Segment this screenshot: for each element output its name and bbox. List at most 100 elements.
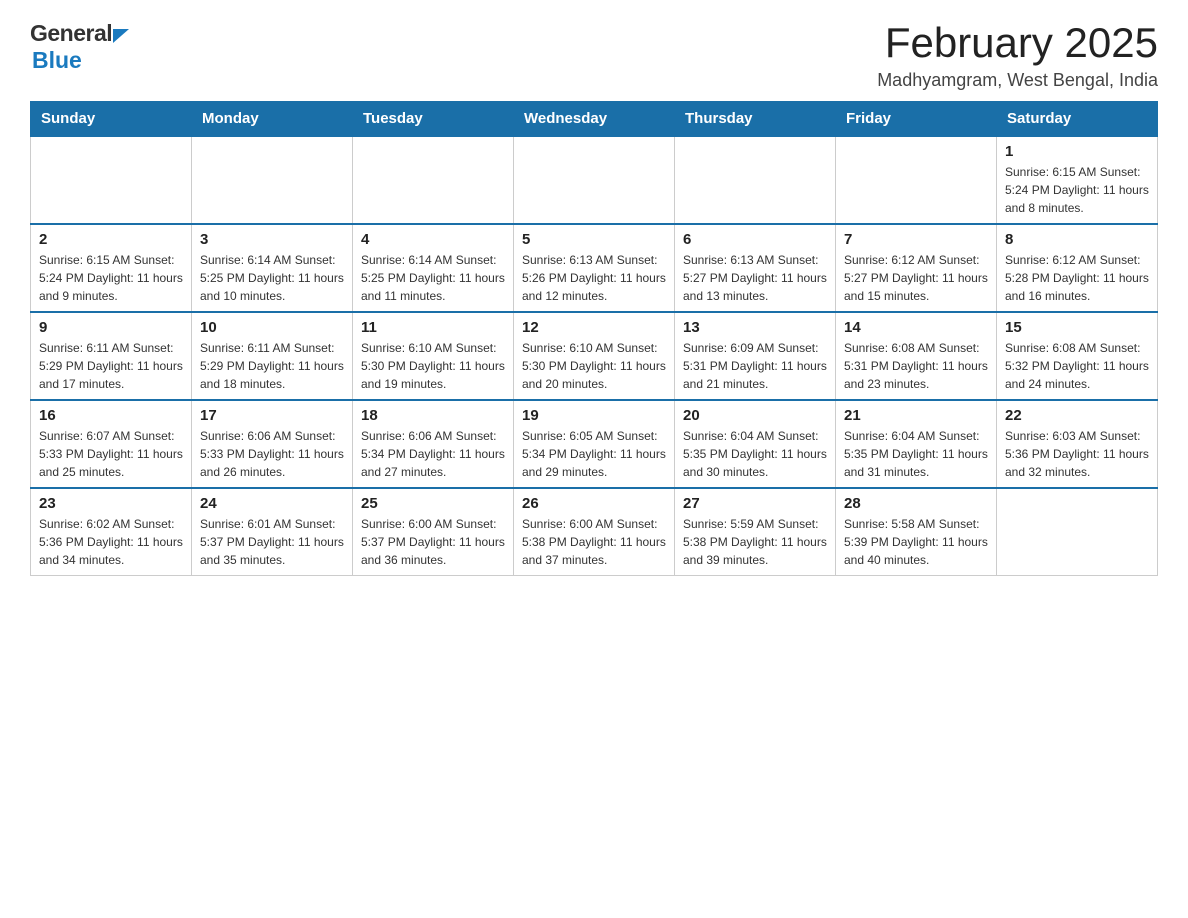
calendar-cell: 10 Sunrise: 6:11 AM Sunset: 5:29 PM Dayli… [192, 312, 353, 400]
day-header-monday: Monday [192, 102, 353, 137]
calendar-table: SundayMondayTuesdayWednesdayThursdayFrid… [30, 101, 1158, 576]
day-number: 23 [39, 495, 183, 512]
location-text: Madhyamgram, West Bengal, India [877, 70, 1158, 91]
day-header-friday: Friday [836, 102, 997, 137]
logo-general-text: General [30, 20, 112, 47]
day-info: Sunrise: 6:15 AM Sunset: 5:24 PM Dayligh… [39, 251, 183, 305]
calendar-cell: 19 Sunrise: 6:05 AM Sunset: 5:34 PM Dayli… [514, 400, 675, 488]
calendar-header-row: SundayMondayTuesdayWednesdayThursdayFrid… [31, 102, 1158, 137]
day-number: 15 [1005, 319, 1149, 336]
day-header-wednesday: Wednesday [514, 102, 675, 137]
day-info: Sunrise: 6:10 AM Sunset: 5:30 PM Dayligh… [361, 339, 505, 393]
day-number: 14 [844, 319, 988, 336]
calendar-cell [836, 136, 997, 224]
day-info: Sunrise: 6:12 AM Sunset: 5:27 PM Dayligh… [844, 251, 988, 305]
calendar-cell: 27 Sunrise: 5:59 AM Sunset: 5:38 PM Dayli… [675, 488, 836, 576]
day-number: 27 [683, 495, 827, 512]
calendar-week-1: 1Sunrise: 6:15 AM Sunset: 5:24 PM Daylig… [31, 136, 1158, 224]
calendar-cell [514, 136, 675, 224]
day-info: Sunrise: 6:00 AM Sunset: 5:38 PM Dayligh… [522, 515, 666, 569]
calendar-cell: 28Sunrise: 5:58 AM Sunset: 5:39 PM Dayli… [836, 488, 997, 576]
day-info: Sunrise: 6:10 AM Sunset: 5:30 PM Dayligh… [522, 339, 666, 393]
calendar-cell: 26 Sunrise: 6:00 AM Sunset: 5:38 PM Dayli… [514, 488, 675, 576]
calendar-cell: 11 Sunrise: 6:10 AM Sunset: 5:30 PM Dayli… [353, 312, 514, 400]
calendar-week-4: 16 Sunrise: 6:07 AM Sunset: 5:33 PM Dayli… [31, 400, 1158, 488]
day-info: Sunrise: 6:06 AM Sunset: 5:33 PM Dayligh… [200, 427, 344, 481]
calendar-week-2: 2 Sunrise: 6:15 AM Sunset: 5:24 PM Daylig… [31, 224, 1158, 312]
day-number: 9 [39, 319, 183, 336]
calendar-cell: 13 Sunrise: 6:09 AM Sunset: 5:31 PM Dayli… [675, 312, 836, 400]
logo-arrow-icon [113, 29, 129, 43]
day-number: 17 [200, 407, 344, 424]
day-info: Sunrise: 6:13 AM Sunset: 5:26 PM Dayligh… [522, 251, 666, 305]
calendar-cell [353, 136, 514, 224]
month-title: February 2025 [877, 20, 1158, 66]
day-number: 8 [1005, 231, 1149, 248]
calendar-cell: 4Sunrise: 6:14 AM Sunset: 5:25 PM Daylig… [353, 224, 514, 312]
day-info: Sunrise: 6:11 AM Sunset: 5:29 PM Dayligh… [200, 339, 344, 393]
calendar-cell: 24Sunrise: 6:01 AM Sunset: 5:37 PM Dayli… [192, 488, 353, 576]
calendar-cell: 3 Sunrise: 6:14 AM Sunset: 5:25 PM Daylig… [192, 224, 353, 312]
day-info: Sunrise: 6:09 AM Sunset: 5:31 PM Dayligh… [683, 339, 827, 393]
day-info: Sunrise: 6:06 AM Sunset: 5:34 PM Dayligh… [361, 427, 505, 481]
day-number: 12 [522, 319, 666, 336]
day-header-saturday: Saturday [997, 102, 1158, 137]
calendar-cell: 9 Sunrise: 6:11 AM Sunset: 5:29 PM Daylig… [31, 312, 192, 400]
day-number: 18 [361, 407, 505, 424]
calendar-cell: 15 Sunrise: 6:08 AM Sunset: 5:32 PM Dayli… [997, 312, 1158, 400]
calendar-cell [31, 136, 192, 224]
day-info: Sunrise: 6:00 AM Sunset: 5:37 PM Dayligh… [361, 515, 505, 569]
calendar-cell: 22Sunrise: 6:03 AM Sunset: 5:36 PM Dayli… [997, 400, 1158, 488]
day-header-sunday: Sunday [31, 102, 192, 137]
calendar-cell: 1Sunrise: 6:15 AM Sunset: 5:24 PM Daylig… [997, 136, 1158, 224]
day-info: Sunrise: 6:01 AM Sunset: 5:37 PM Dayligh… [200, 515, 344, 569]
day-info: Sunrise: 6:13 AM Sunset: 5:27 PM Dayligh… [683, 251, 827, 305]
day-number: 22 [1005, 407, 1149, 424]
calendar-cell: 17 Sunrise: 6:06 AM Sunset: 5:33 PM Dayli… [192, 400, 353, 488]
day-number: 6 [683, 231, 827, 248]
day-number: 16 [39, 407, 183, 424]
calendar-cell: 8 Sunrise: 6:12 AM Sunset: 5:28 PM Daylig… [997, 224, 1158, 312]
day-info: Sunrise: 6:08 AM Sunset: 5:32 PM Dayligh… [1005, 339, 1149, 393]
day-number: 13 [683, 319, 827, 336]
day-number: 11 [361, 319, 505, 336]
day-info: Sunrise: 6:12 AM Sunset: 5:28 PM Dayligh… [1005, 251, 1149, 305]
day-number: 7 [844, 231, 988, 248]
day-number: 2 [39, 231, 183, 248]
calendar-week-3: 9 Sunrise: 6:11 AM Sunset: 5:29 PM Daylig… [31, 312, 1158, 400]
day-number: 3 [200, 231, 344, 248]
day-number: 4 [361, 231, 505, 248]
day-header-tuesday: Tuesday [353, 102, 514, 137]
calendar-cell: 2 Sunrise: 6:15 AM Sunset: 5:24 PM Daylig… [31, 224, 192, 312]
day-header-thursday: Thursday [675, 102, 836, 137]
day-info: Sunrise: 6:07 AM Sunset: 5:33 PM Dayligh… [39, 427, 183, 481]
day-info: Sunrise: 6:04 AM Sunset: 5:35 PM Dayligh… [844, 427, 988, 481]
day-info: Sunrise: 6:14 AM Sunset: 5:25 PM Dayligh… [200, 251, 344, 305]
day-info: Sunrise: 5:59 AM Sunset: 5:38 PM Dayligh… [683, 515, 827, 569]
day-info: Sunrise: 6:11 AM Sunset: 5:29 PM Dayligh… [39, 339, 183, 393]
calendar-cell [192, 136, 353, 224]
page-header: General Blue February 2025 Madhyamgram, … [30, 20, 1158, 91]
day-number: 1 [1005, 143, 1149, 160]
day-number: 10 [200, 319, 344, 336]
calendar-cell: 25Sunrise: 6:00 AM Sunset: 5:37 PM Dayli… [353, 488, 514, 576]
calendar-cell: 23 Sunrise: 6:02 AM Sunset: 5:36 PM Dayli… [31, 488, 192, 576]
title-area: February 2025 Madhyamgram, West Bengal, … [877, 20, 1158, 91]
day-info: Sunrise: 6:04 AM Sunset: 5:35 PM Dayligh… [683, 427, 827, 481]
day-info: Sunrise: 6:08 AM Sunset: 5:31 PM Dayligh… [844, 339, 988, 393]
day-info: Sunrise: 6:05 AM Sunset: 5:34 PM Dayligh… [522, 427, 666, 481]
calendar-cell: 5 Sunrise: 6:13 AM Sunset: 5:26 PM Daylig… [514, 224, 675, 312]
day-number: 5 [522, 231, 666, 248]
calendar-cell: 20 Sunrise: 6:04 AM Sunset: 5:35 PM Dayli… [675, 400, 836, 488]
day-number: 26 [522, 495, 666, 512]
calendar-cell: 14 Sunrise: 6:08 AM Sunset: 5:31 PM Dayli… [836, 312, 997, 400]
calendar-cell: 18 Sunrise: 6:06 AM Sunset: 5:34 PM Dayli… [353, 400, 514, 488]
calendar-cell: 16 Sunrise: 6:07 AM Sunset: 5:33 PM Dayli… [31, 400, 192, 488]
calendar-cell: 6 Sunrise: 6:13 AM Sunset: 5:27 PM Daylig… [675, 224, 836, 312]
calendar-week-5: 23 Sunrise: 6:02 AM Sunset: 5:36 PM Dayli… [31, 488, 1158, 576]
day-number: 20 [683, 407, 827, 424]
day-info: Sunrise: 6:02 AM Sunset: 5:36 PM Dayligh… [39, 515, 183, 569]
day-info: Sunrise: 5:58 AM Sunset: 5:39 PM Dayligh… [844, 515, 988, 569]
day-number: 19 [522, 407, 666, 424]
logo: General Blue [30, 20, 129, 74]
